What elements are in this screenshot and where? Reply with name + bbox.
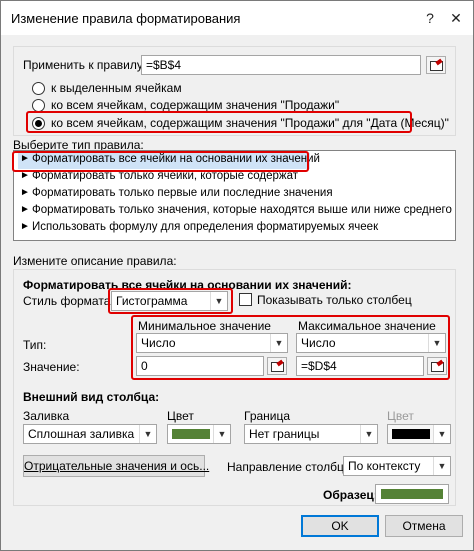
radio-selected-cells-label: к выделенным ячейкам: [51, 81, 182, 95]
bar-direction-value: По контексту: [348, 459, 421, 473]
rule-type-item[interactable]: ► Форматировать только ячейки, которые с…: [18, 170, 298, 186]
chevron-down-icon: ▼: [433, 457, 450, 475]
title-bar: Изменение правила форматирования ? ✕: [1, 1, 473, 35]
fill-type-select[interactable]: Сплошная заливка ▼: [23, 424, 157, 444]
border-label: Граница: [244, 409, 291, 423]
max-value-input[interactable]: =$D$4: [296, 356, 424, 376]
show-bar-only-label: Показывать только столбец: [257, 293, 412, 307]
max-value-picker-icon[interactable]: [427, 357, 447, 375]
show-bar-only-checkbox[interactable]: [239, 293, 252, 306]
max-value-header: Максимальное значение: [298, 319, 436, 333]
rule-type-item-label: Использовать формулу для определения фор…: [32, 221, 379, 233]
fill-color-label: Цвет: [167, 409, 194, 423]
apply-range-input[interactable]: =$B$4: [141, 55, 421, 75]
close-icon[interactable]: ✕: [447, 9, 465, 27]
arrow-right-icon: ►: [20, 153, 30, 164]
chevron-down-icon: ▼: [210, 292, 227, 310]
arrow-right-icon: ►: [20, 170, 30, 181]
chevron-down-icon: ▼: [213, 425, 230, 443]
ok-button[interactable]: OK: [301, 515, 379, 537]
fill-color-swatch: [172, 429, 210, 439]
rule-type-item[interactable]: ► Форматировать все ячейки на основании …: [18, 153, 320, 169]
border-type-value: Нет границы: [249, 427, 320, 441]
border-type-select[interactable]: Нет границы ▼: [244, 424, 378, 444]
arrow-right-icon: ►: [20, 221, 30, 232]
format-style-select[interactable]: Гистограмма ▼: [111, 291, 228, 311]
description-heading: Форматировать все ячейки на основании их…: [23, 278, 352, 292]
dialog-title: Изменение правила форматирования: [11, 11, 241, 26]
fill-color-picker[interactable]: ▼: [167, 424, 231, 444]
max-type-value: Число: [301, 336, 336, 350]
apply-range-picker-icon[interactable]: [426, 56, 446, 74]
bar-direction-select[interactable]: По контексту ▼: [343, 456, 451, 476]
chevron-down-icon: ▼: [428, 334, 445, 352]
radio-all-cells-sales-label: ко всем ячейкам, содержащим значения "Пр…: [51, 98, 340, 112]
format-style-label: Стиль формата:: [23, 294, 114, 308]
rule-type-item-label: Форматировать все ячейки на основании их…: [32, 153, 320, 165]
min-value: 0: [141, 359, 148, 373]
type-label: Тип:: [23, 338, 47, 352]
min-value-input[interactable]: 0: [136, 356, 264, 376]
radio-all-cells-sales-by-month[interactable]: [32, 117, 45, 130]
rule-type-item-label: Форматировать только значения, которые н…: [32, 204, 452, 216]
min-type-value: Число: [141, 336, 176, 350]
preview-box: [375, 484, 449, 504]
fill-type-value: Сплошная заливка: [28, 427, 135, 441]
apply-label: Применить к правилу:: [23, 58, 147, 72]
edit-formatting-rule-dialog: Изменение правила форматирования ? ✕ При…: [0, 0, 474, 551]
description-label: Измените описание правила:: [13, 254, 177, 268]
help-icon[interactable]: ?: [421, 9, 439, 27]
chevron-down-icon: ▼: [360, 425, 377, 443]
rule-type-item-label: Форматировать только ячейки, которые сод…: [32, 170, 298, 182]
radio-all-cells-sales[interactable]: [32, 99, 45, 112]
apply-range-value: =$B$4: [146, 58, 182, 72]
preview-label: Образец:: [323, 488, 378, 502]
rule-type-item[interactable]: ► Форматировать только первые или послед…: [18, 187, 333, 203]
rule-type-item-label: Форматировать только первые или последни…: [32, 187, 333, 199]
format-style-value: Гистограмма: [116, 294, 188, 308]
fill-label: Заливка: [23, 409, 70, 423]
radio-selected-cells[interactable]: [32, 82, 45, 95]
bar-appearance-heading: Внешний вид столбца:: [23, 390, 160, 404]
rule-type-item[interactable]: ► Использовать формулу для определения ф…: [18, 221, 378, 237]
rule-type-list[interactable]: ► Форматировать все ячейки на основании …: [13, 150, 456, 241]
max-value: =$D$4: [301, 359, 337, 373]
negative-values-button[interactable]: Отрицательные значения и ось...: [23, 455, 209, 477]
arrow-right-icon: ►: [20, 204, 30, 215]
arrow-right-icon: ►: [20, 187, 30, 198]
border-color-label: Цвет: [387, 409, 414, 423]
rule-type-item[interactable]: ► Форматировать только значения, которые…: [18, 204, 452, 220]
border-color-swatch: [392, 429, 430, 439]
negative-values-button-label: Отрицательные значения и ось...: [24, 459, 210, 473]
chevron-down-icon: ▼: [139, 425, 156, 443]
cancel-button[interactable]: Отмена: [385, 515, 463, 537]
min-type-select[interactable]: Число ▼: [136, 333, 288, 353]
value-label: Значение:: [23, 360, 80, 374]
min-value-picker-icon[interactable]: [267, 357, 287, 375]
preview-bar: [381, 489, 443, 499]
border-color-picker[interactable]: ▼: [387, 424, 451, 444]
chevron-down-icon: ▼: [270, 334, 287, 352]
max-type-select[interactable]: Число ▼: [296, 333, 446, 353]
radio-all-cells-sales-by-month-label: ко всем ячейкам, содержащим значения "Пр…: [51, 116, 449, 130]
chevron-down-icon: ▼: [433, 425, 450, 443]
min-value-header: Минимальное значение: [138, 319, 271, 333]
bar-direction-label: Направление столбца:: [227, 460, 354, 474]
